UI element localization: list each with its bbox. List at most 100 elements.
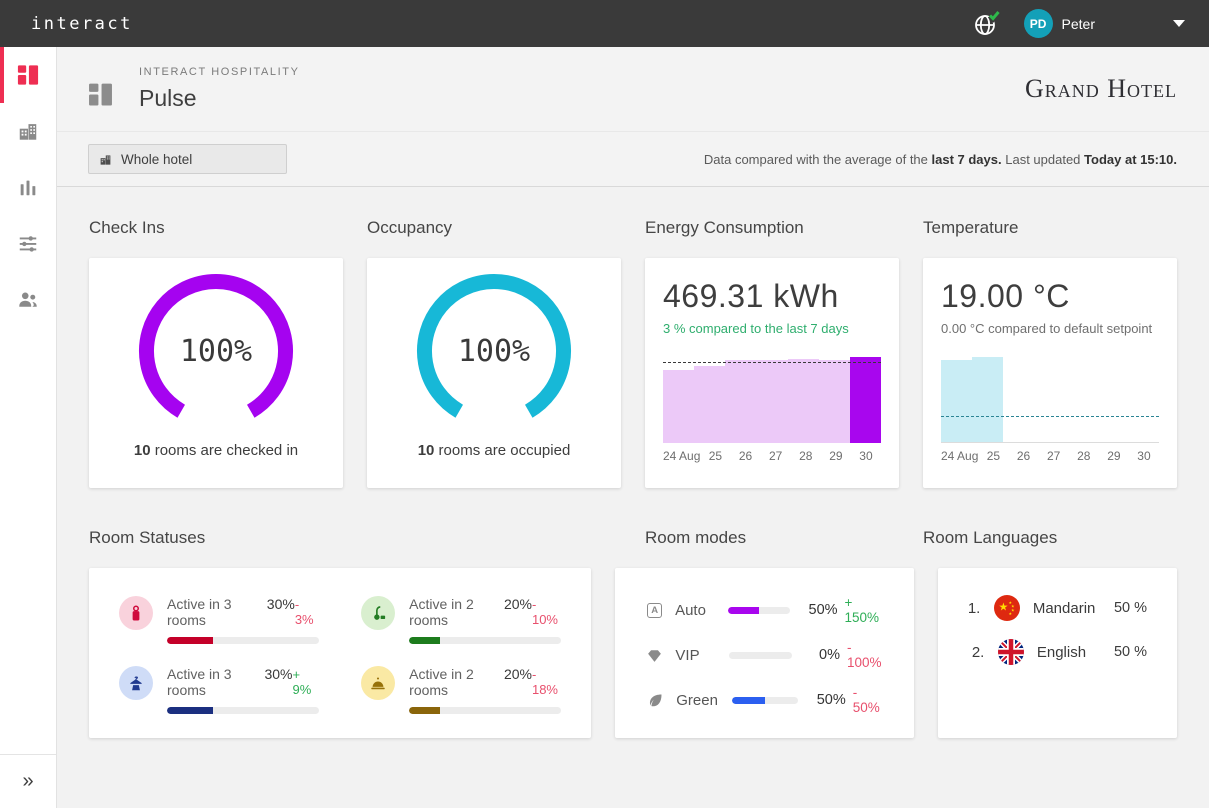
user-name: Peter — [1062, 16, 1095, 32]
language-name: English — [1037, 644, 1086, 661]
language-row-mandarin: 1. ★ ★ ★ ★ ★ Mandarin — [968, 594, 1147, 622]
hotel-brand-logo: Grand Hotel — [1025, 74, 1177, 104]
room-status-dnd: Active in 3 rooms 30% - 3% — [119, 596, 319, 644]
energy-bar — [788, 359, 819, 443]
energy-bar — [725, 360, 756, 443]
check-ins-card: 100% 10 rooms are checked in — [89, 258, 343, 488]
energy-bar — [663, 370, 694, 443]
status-progress — [409, 637, 561, 644]
room-status-room-service: Active in 2 rooms 20% - 18% — [361, 666, 561, 714]
temperature-bar — [941, 360, 972, 442]
users-icon — [17, 288, 39, 310]
mode-label: Green — [676, 692, 732, 709]
comparison-info-text: Data compared with the average of the la… — [704, 152, 1177, 167]
status-label: Active in 3 rooms — [167, 596, 265, 628]
language-rank: 2. — [972, 644, 994, 661]
status-delta: - 3% — [295, 597, 319, 627]
sliders-icon — [17, 232, 39, 254]
dashboard-content: Check Ins Occupancy Energy Consumption T… — [57, 187, 1209, 738]
mode-label: VIP — [675, 647, 729, 664]
mode-delta: - 50% — [853, 685, 888, 715]
status-label: Active in 2 rooms — [409, 666, 502, 698]
section-title-energy: Energy Consumption — [645, 218, 899, 258]
room-status-make-up-room: Active in 2 rooms 20% - 10% — [361, 596, 561, 644]
status-delta: + 9% — [292, 667, 319, 697]
energy-bar-highlighted — [850, 357, 881, 443]
temperature-setpoint-line — [941, 416, 1159, 417]
room-mode-green: Green 50% - 50% — [645, 688, 888, 712]
status-progress — [167, 637, 319, 644]
section-title-room-modes: Room modes — [645, 528, 899, 568]
status-label: Active in 3 rooms — [167, 666, 262, 698]
sidebar-item-building[interactable] — [0, 103, 56, 159]
room-status-laundry: Active in 3 rooms 30% + 9% — [119, 666, 319, 714]
mode-delta: - 100% — [847, 640, 888, 670]
mode-progress — [728, 607, 790, 614]
status-percent: 30% — [267, 596, 295, 612]
section-title-temperature: Temperature — [923, 218, 1177, 258]
sidebar-item-users[interactable] — [0, 271, 56, 327]
mode-percent: 50% — [808, 692, 846, 708]
language-percent: 50 % — [1114, 600, 1147, 616]
cloche-icon — [361, 666, 395, 700]
language-name: Mandarin — [1033, 600, 1096, 617]
energy-bar — [756, 360, 787, 443]
sidebar-item-dashboard[interactable] — [0, 47, 56, 103]
temperature-comparison: 0.00 °C compared to default setpoint — [941, 321, 1159, 336]
status-percent: 20% — [504, 596, 532, 612]
room-languages-card: 1. ★ ★ ★ ★ ★ Mandarin — [938, 568, 1177, 738]
svg-text:★: ★ — [1008, 611, 1012, 616]
uk-flag-icon — [998, 639, 1024, 665]
check-ins-gauge: 100% — [137, 272, 295, 430]
dashboard-icon — [17, 64, 39, 86]
status-delta: - 10% — [532, 597, 561, 627]
mode-progress — [732, 697, 798, 704]
occupancy-percent: 100% — [415, 272, 573, 430]
vacuum-cleaner-icon — [361, 596, 395, 630]
temperature-card: 19.00 °C 0.00 °C compared to default set… — [923, 258, 1177, 488]
room-statuses-card: Active in 3 rooms 30% - 3% — [89, 568, 591, 738]
chevron-down-icon[interactable] — [1173, 20, 1185, 27]
energy-bar-chart — [663, 357, 881, 443]
status-delta: - 18% — [532, 667, 561, 697]
pulse-dashboard-icon — [88, 83, 113, 111]
occupancy-caption: 10 rooms are occupied — [418, 442, 571, 459]
energy-card: 469.31 kWh 3 % compared to the last 7 da… — [645, 258, 899, 488]
energy-x-axis-labels: 24 Aug25 2627 2829 30 — [663, 449, 881, 463]
check-ins-caption: 10 rooms are checked in — [134, 442, 298, 459]
check-ins-percent: 100% — [137, 272, 295, 430]
interact-logo: interact — [31, 14, 133, 34]
section-title-occupancy: Occupancy — [367, 218, 621, 258]
china-flag-icon: ★ ★ ★ ★ ★ — [994, 595, 1020, 621]
room-modes-card: A Auto 50% + 150% — [615, 568, 914, 738]
laundry-hanger-icon — [119, 666, 153, 700]
energy-bar — [694, 366, 725, 443]
green-leaf-icon — [645, 692, 665, 709]
language-percent: 50 % — [1114, 644, 1147, 660]
page-header: INTERACT HOSPITALITY Pulse Grand Hotel — [57, 47, 1209, 131]
sidebar-item-reports[interactable] — [0, 159, 56, 215]
mode-percent: 50% — [800, 602, 838, 618]
section-title-room-statuses: Room Statuses — [89, 528, 621, 568]
energy-comparison: 3 % compared to the last 7 days — [663, 321, 881, 336]
language-rank: 1. — [968, 600, 990, 617]
auto-mode-icon: A — [645, 603, 664, 618]
sidebar-expand-button[interactable]: » — [0, 754, 56, 808]
temperature-value: 19.00 °C — [941, 278, 1159, 315]
sidebar-item-settings[interactable] — [0, 215, 56, 271]
energy-average-line — [663, 362, 881, 363]
avatar[interactable]: PD — [1024, 9, 1053, 38]
section-title-room-languages: Room Languages — [923, 528, 1177, 568]
scope-selector-label: Whole hotel — [121, 152, 192, 167]
scope-selector-button[interactable]: Whole hotel — [88, 144, 287, 174]
occupancy-card: 100% 10 rooms are occupied — [367, 258, 621, 488]
status-percent: 20% — [504, 666, 532, 682]
mode-label: Auto — [675, 602, 728, 619]
mode-progress — [729, 652, 792, 659]
room-mode-vip: VIP 0% - 100% — [645, 643, 888, 667]
bar-chart-icon — [17, 176, 39, 198]
connection-globe-icon — [972, 10, 1002, 38]
status-progress — [409, 707, 561, 714]
section-title-check-ins: Check Ins — [89, 218, 343, 258]
topbar: interact PD Peter — [0, 0, 1209, 47]
